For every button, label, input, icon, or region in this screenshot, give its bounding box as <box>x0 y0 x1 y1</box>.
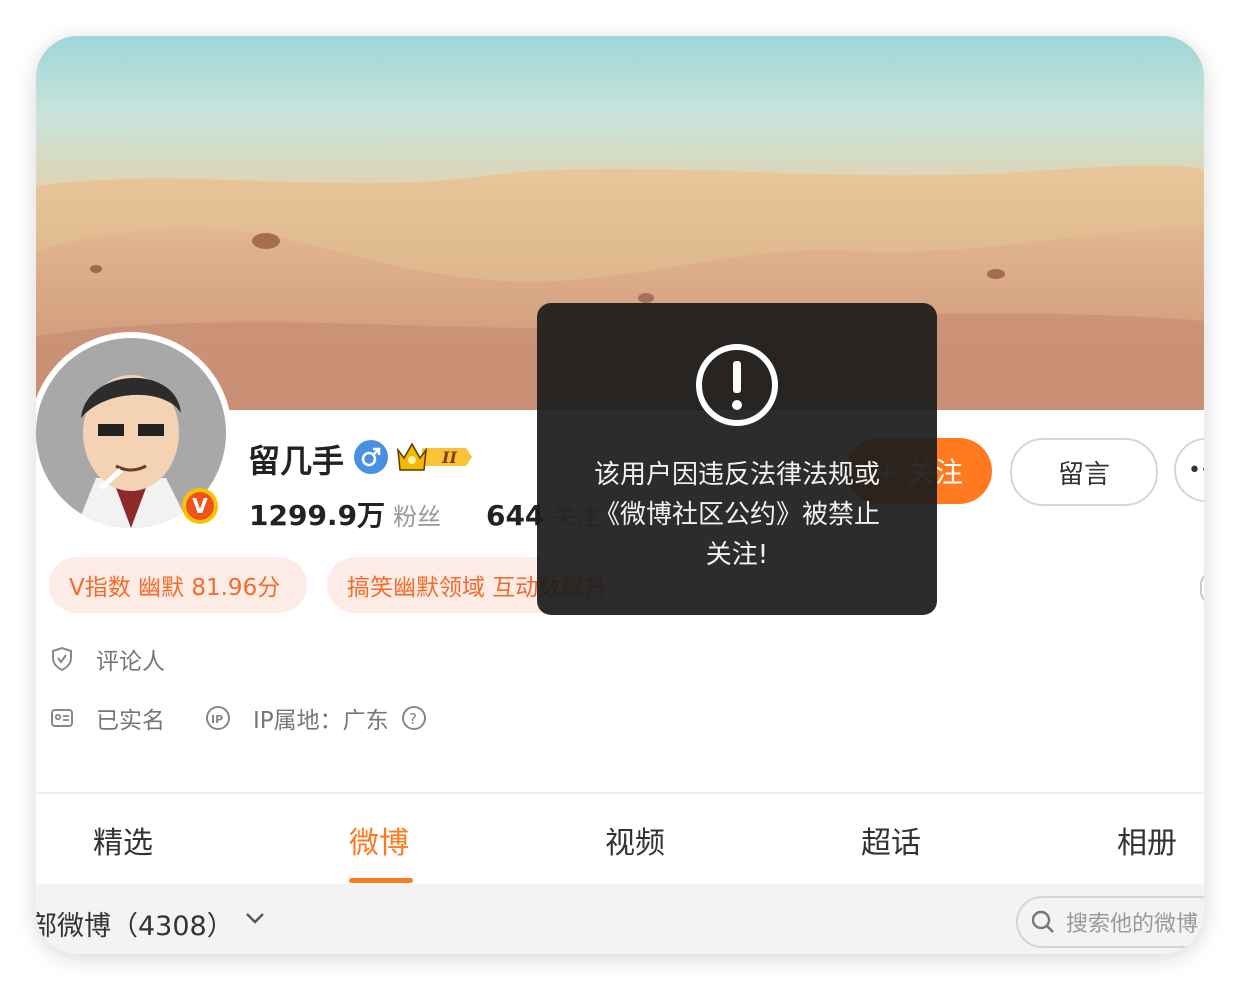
tab-album[interactable]: 相册 <box>1117 818 1177 862</box>
profile-name: 留几手 <box>248 442 345 480</box>
weibo-filter-dropdown[interactable]: 部微博（4308） <box>36 904 234 943</box>
search-placeholder: 搜索他的微博 <box>1066 912 1199 937</box>
active-tab-indicator <box>349 878 413 883</box>
role-row: 评论人 <box>50 642 165 676</box>
v-index-tag[interactable]: V指数 幽默 81.96分 <box>49 557 307 613</box>
id-card-icon <box>50 707 74 729</box>
chevron-down-icon[interactable] <box>244 910 266 929</box>
fans-count: 1299.9万 <box>249 499 386 532</box>
toast-dialog: 该用户因违反法律法规或《微博社区公约》被禁止关注! <box>537 303 937 615</box>
scroll-edge-indicator <box>1200 572 1204 604</box>
follow-count: 644 <box>485 499 545 532</box>
ip-location-text: IP属地：广东 <box>253 708 389 734</box>
verified-v-badge-icon: V <box>182 488 218 524</box>
crown-icon[interactable]: II <box>396 440 472 478</box>
question-circle-icon[interactable]: ? <box>401 705 427 731</box>
alert-circle-icon <box>695 343 779 431</box>
search-icon <box>1030 909 1056 935</box>
tab-supertopic[interactable]: 超话 <box>861 818 921 862</box>
toast-message: 该用户因违反法律法规或《微博社区公约》被禁止关注! <box>593 460 880 570</box>
role-text: 评论人 <box>96 649 165 675</box>
tab-featured[interactable]: 精选 <box>93 818 153 862</box>
more-button[interactable]: •· <box>1174 438 1204 502</box>
verification-row: 已实名 IP IP属地：广东 ? <box>50 701 449 735</box>
profile-tabs: 精选 微博 视频 超话 相册 <box>36 796 1204 884</box>
fans-label: 粉丝 <box>393 503 442 531</box>
search-input[interactable]: 搜索他的微博 <box>1016 896 1204 948</box>
level-badge-text: II <box>441 448 457 467</box>
tab-weibo[interactable]: 微博 <box>349 818 409 862</box>
verified-text: 已实名 <box>96 708 165 734</box>
section-divider <box>36 792 1204 794</box>
shield-check-icon <box>50 646 74 672</box>
filter-bar: 部微博（4308） 搜索他的微博 <box>36 884 1204 954</box>
male-icon <box>354 440 388 474</box>
ip-icon: IP <box>205 705 231 731</box>
svg-text:IP: IP <box>211 713 223 726</box>
tab-video[interactable]: 视频 <box>605 818 665 862</box>
svg-text:?: ? <box>409 710 417 728</box>
message-button[interactable]: 留言 <box>1010 438 1158 506</box>
